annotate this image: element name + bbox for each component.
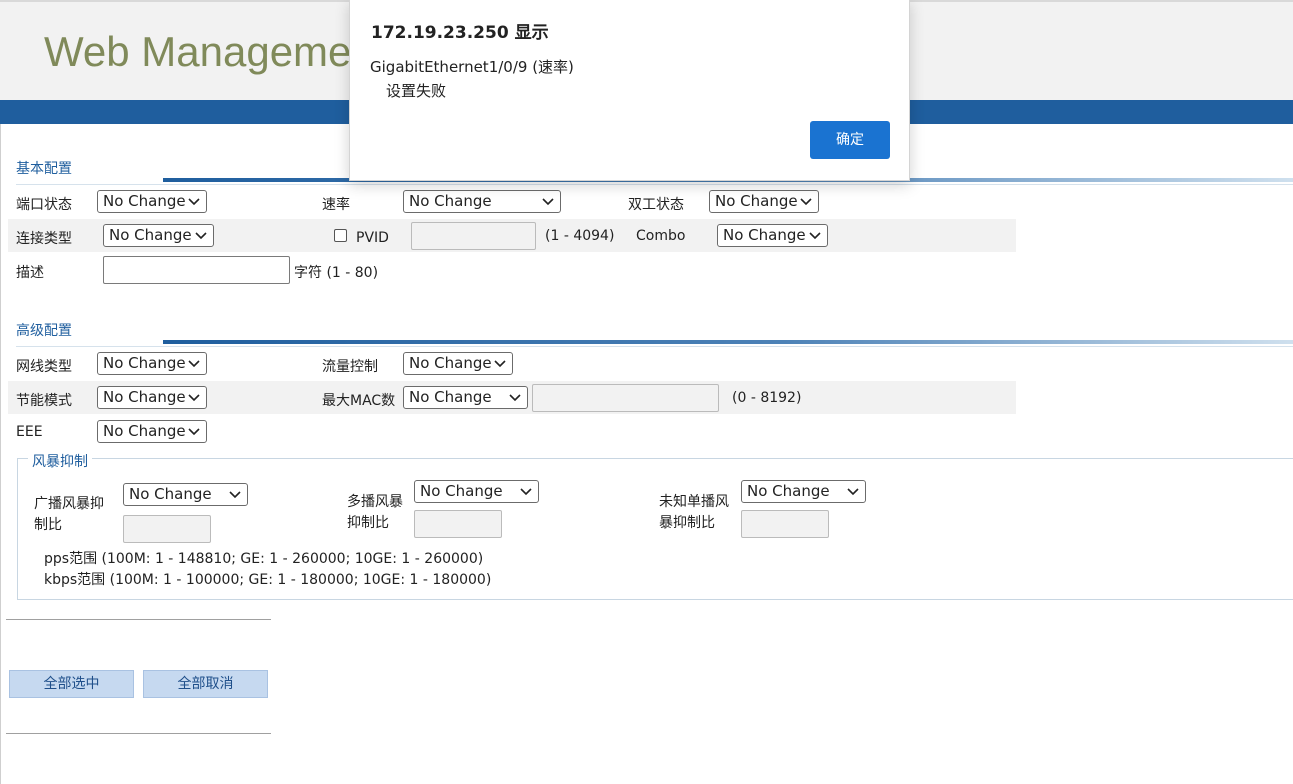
kbps-range: kbps范围 (100M: 1 - 100000; GE: 1 - 180000… <box>44 572 492 588</box>
chevron-down-icon <box>847 488 859 496</box>
max-mac-range: (0 - 8192) <box>732 390 802 406</box>
combo-select[interactable]: No Change <box>717 224 828 247</box>
energy-mode-select[interactable]: No Change <box>97 386 207 409</box>
divider-bottom <box>6 733 271 734</box>
flow-control-value: No Change <box>409 354 492 372</box>
speed-label: 速率 <box>322 197 350 213</box>
pvid-checkbox[interactable] <box>334 229 347 242</box>
select-all-button[interactable]: 全部选中 <box>9 670 134 698</box>
basic-config-title: 基本配置 <box>16 161 72 177</box>
dialog-ok-button[interactable]: 确定 <box>810 121 890 159</box>
max-mac-input[interactable] <box>532 384 719 412</box>
multicast-value: No Change <box>420 482 503 500</box>
left-divider <box>0 124 1 784</box>
broadcast-label-2: 制比 <box>34 517 62 533</box>
dialog-title: 172.19.23.250 显示 <box>371 23 549 43</box>
eee-select[interactable]: No Change <box>97 420 207 443</box>
chevron-down-icon <box>494 360 506 368</box>
chevron-down-icon <box>195 232 207 240</box>
pvid-input[interactable] <box>411 222 536 250</box>
max-mac-label: 最大MAC数 <box>322 393 396 409</box>
broadcast-label: 广播风暴抑 <box>34 496 104 512</box>
unknown-unicast-value: No Change <box>747 482 830 500</box>
advanced-config-underline <box>16 346 1293 347</box>
chevron-down-icon <box>542 198 554 206</box>
port-status-value: No Change <box>103 192 186 210</box>
multicast-label-2: 抑制比 <box>347 515 389 531</box>
multicast-input[interactable] <box>414 510 502 538</box>
energy-mode-label: 节能模式 <box>16 393 72 409</box>
dialog-message-line1: GigabitEthernet1/0/9 (速率) <box>370 58 574 76</box>
alert-dialog: 172.19.23.250 显示 GigabitEthernet1/0/9 (速… <box>349 0 910 181</box>
chevron-down-icon <box>188 394 200 402</box>
unknown-unicast-select[interactable]: No Change <box>741 480 866 503</box>
cable-type-value: No Change <box>103 354 186 372</box>
storm-suppression-legend: 风暴抑制 <box>28 451 92 471</box>
deselect-all-button[interactable]: 全部取消 <box>143 670 268 698</box>
combo-label: Combo <box>636 228 686 244</box>
combo-value: No Change <box>723 226 806 244</box>
link-type-value: No Change <box>109 226 192 244</box>
link-type-select[interactable]: No Change <box>103 224 214 247</box>
flow-control-select[interactable]: No Change <box>403 352 513 375</box>
chevron-down-icon <box>520 488 532 496</box>
duplex-label: 双工状态 <box>628 197 684 213</box>
description-label: 描述 <box>16 265 44 281</box>
chevron-down-icon <box>188 428 200 436</box>
max-mac-value: No Change <box>409 388 492 406</box>
basic-config-underline <box>16 184 1293 185</box>
chevron-down-icon <box>229 491 241 499</box>
duplex-value: No Change <box>715 192 798 210</box>
eee-label: EEE <box>16 424 43 440</box>
advanced-config-divider <box>163 340 1293 344</box>
broadcast-value: No Change <box>129 485 212 503</box>
duplex-select[interactable]: No Change <box>709 190 819 213</box>
dialog-message-line2: 设置失败 <box>386 82 447 100</box>
divider-top <box>6 619 271 620</box>
multicast-select[interactable]: No Change <box>414 480 539 503</box>
multicast-label: 多播风暴 <box>347 494 403 510</box>
speed-select[interactable]: No Change <box>403 190 561 213</box>
broadcast-input[interactable] <box>123 515 211 543</box>
energy-mode-value: No Change <box>103 388 186 406</box>
flow-control-label: 流量控制 <box>322 359 378 375</box>
cable-type-label: 网线类型 <box>16 359 72 375</box>
link-type-label: 连接类型 <box>16 231 72 247</box>
chevron-down-icon <box>809 232 821 240</box>
speed-value: No Change <box>409 192 492 210</box>
pvid-range: (1 - 4094) <box>545 228 615 244</box>
port-status-select[interactable]: No Change <box>97 190 207 213</box>
app-title: Web Management <box>44 28 387 75</box>
max-mac-select[interactable]: No Change <box>403 386 528 409</box>
cable-type-select[interactable]: No Change <box>97 352 207 375</box>
broadcast-select[interactable]: No Change <box>123 483 248 506</box>
unknown-unicast-label: 未知单播风 <box>659 494 729 510</box>
unknown-unicast-input[interactable] <box>741 510 829 538</box>
chevron-down-icon <box>188 360 200 368</box>
advanced-config-title: 高级配置 <box>16 323 72 339</box>
pvid-label: PVID <box>356 230 389 246</box>
description-range: 字符 (1 - 80) <box>294 265 379 281</box>
chevron-down-icon <box>800 198 812 206</box>
chevron-down-icon <box>188 198 200 206</box>
description-input[interactable] <box>103 256 290 284</box>
pps-range: pps范围 (100M: 1 - 148810; GE: 1 - 260000;… <box>44 551 484 567</box>
eee-value: No Change <box>103 422 186 440</box>
chevron-down-icon <box>509 394 521 402</box>
port-status-label: 端口状态 <box>16 197 72 213</box>
unknown-unicast-label-2: 暴抑制比 <box>659 515 715 531</box>
